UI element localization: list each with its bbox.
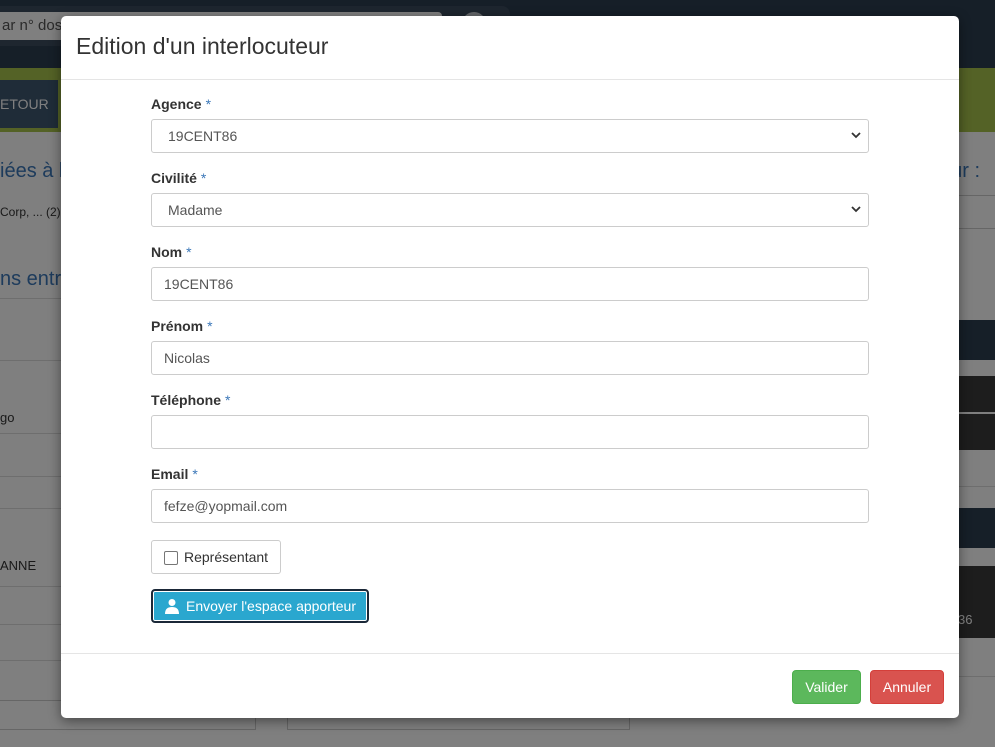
required-marker: * [225, 392, 231, 408]
telephone-input[interactable] [151, 415, 869, 449]
representant-checkbox-group[interactable]: Représentant [151, 540, 281, 574]
modal-footer: Valider Annuler [61, 653, 959, 718]
prenom-input[interactable]: Nicolas [151, 341, 869, 375]
civilite-select-value: Madame [168, 202, 223, 218]
chevron-down-icon [851, 206, 861, 213]
email-input[interactable]: fefze@yopmail.com [151, 489, 869, 523]
required-marker: * [200, 170, 207, 186]
email-label: Email * [151, 466, 198, 482]
modal-title: Edition d'un interlocuteur [76, 33, 329, 59]
user-icon [165, 599, 179, 614]
agence-select-value: 19CENT86 [168, 128, 238, 144]
valider-button[interactable]: Valider [792, 670, 861, 704]
required-marker: * [186, 244, 192, 260]
required-marker: * [207, 318, 213, 334]
civilite-select[interactable]: Madame [151, 193, 869, 227]
nom-label: Nom * [151, 244, 192, 260]
required-marker: * [205, 96, 212, 112]
modal-header: Edition d'un interlocuteur [61, 16, 959, 80]
agence-label: Agence * [151, 96, 212, 112]
representant-checkbox[interactable] [164, 551, 178, 565]
prenom-label: Prénom * [151, 318, 213, 334]
agence-select[interactable]: 19CENT86 [151, 119, 869, 153]
chevron-down-icon [851, 132, 861, 139]
send-apporteur-space-label: Envoyer l'espace apporteur [186, 598, 356, 614]
telephone-label: Téléphone * [151, 392, 231, 408]
send-apporteur-space-button[interactable]: Envoyer l'espace apporteur [151, 589, 369, 623]
representant-label[interactable]: Représentant [184, 541, 268, 573]
civilite-label: Civilité * [151, 170, 207, 186]
edit-contact-modal: Edition d'un interlocuteur Agence * 19CEN… [61, 16, 959, 718]
required-marker: * [192, 466, 198, 482]
nom-input[interactable]: 19CENT86 [151, 267, 869, 301]
annuler-button[interactable]: Annuler [870, 670, 944, 704]
